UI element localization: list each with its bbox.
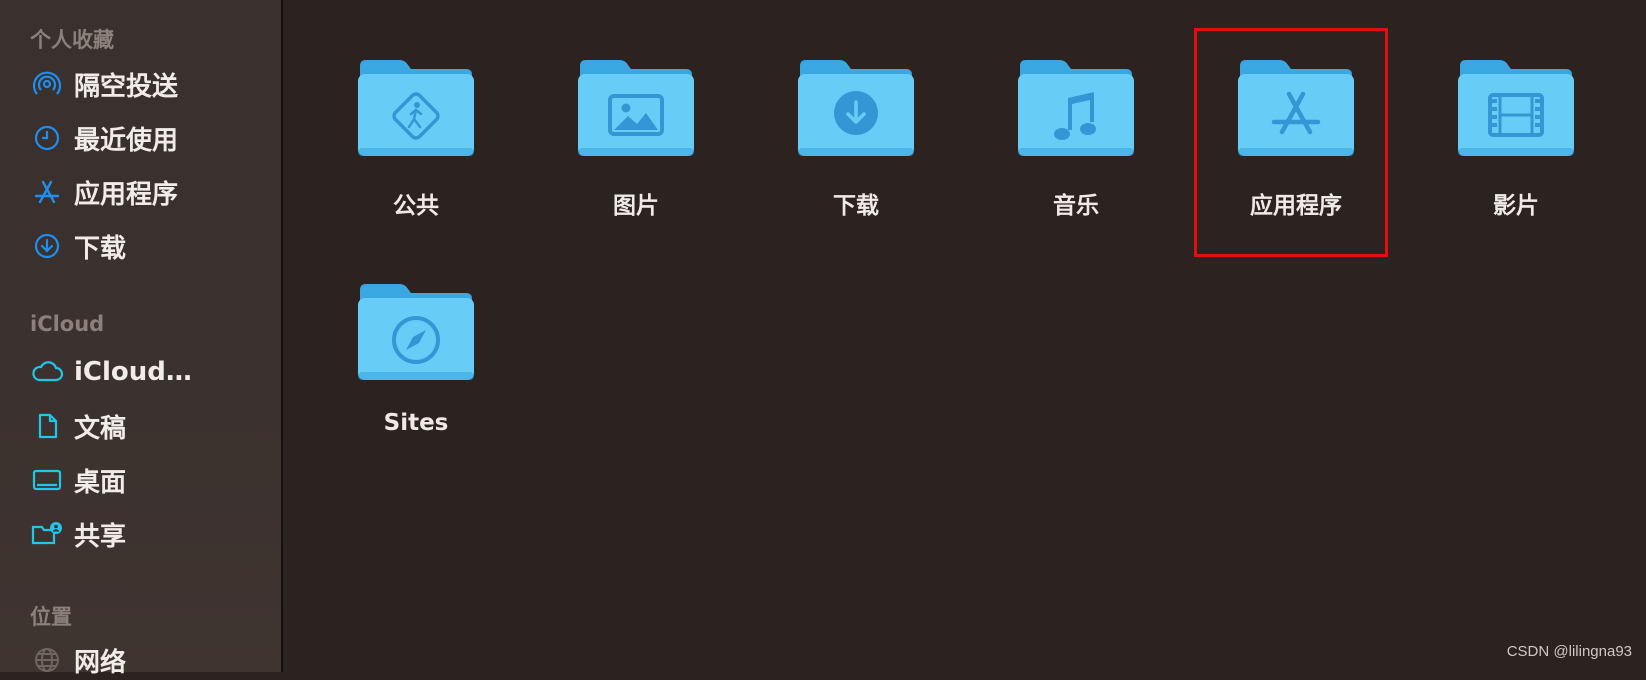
folder-downloads[interactable]: 下载 xyxy=(756,56,956,236)
folder-name: 公共 xyxy=(393,193,439,219)
folder-movies[interactable]: 影片 xyxy=(1416,56,1616,236)
highlight-box xyxy=(1194,28,1388,257)
sidebar-item-label: 文稿 xyxy=(74,413,127,444)
folder-name: 音乐 xyxy=(1053,193,1099,219)
folder-icon xyxy=(578,60,694,156)
download-icon xyxy=(30,229,64,263)
sidebar-item-icloud-drive[interactable]: iCloud… xyxy=(30,352,270,392)
desktop-icon xyxy=(30,463,64,497)
sidebar-item-shared[interactable]: 共享 xyxy=(30,514,270,554)
clock-icon xyxy=(30,121,64,155)
sidebar-item-label: 下载 xyxy=(74,233,127,264)
folder-name: 图片 xyxy=(613,193,659,219)
watermark: CSDN @lilingna93 xyxy=(1506,643,1632,660)
sidebar-item-label: 最近使用 xyxy=(74,125,179,156)
sidebar-item-applications[interactable]: 应用程序 xyxy=(30,172,270,212)
folder-name: 影片 xyxy=(1493,193,1539,219)
cloud-icon xyxy=(30,355,64,389)
folder-icon xyxy=(358,284,474,380)
sidebar-item-label: iCloud… xyxy=(74,357,192,387)
section-title-favorites: 个人收藏 xyxy=(30,28,114,52)
sidebar-item-label: 网络 xyxy=(74,647,127,678)
folder-name: 下载 xyxy=(833,193,879,219)
sidebar-item-desktop[interactable]: 桌面 xyxy=(30,460,270,500)
sidebar-item-label: 应用程序 xyxy=(74,179,179,210)
section-title-icloud: iCloud xyxy=(30,312,105,336)
section-title-locations: 位置 xyxy=(30,605,72,629)
folder-icon xyxy=(798,60,914,156)
folder-icon xyxy=(358,60,474,156)
folder-icon xyxy=(1018,60,1134,156)
sidebar-item-downloads[interactable]: 下载 xyxy=(30,226,270,266)
document-icon xyxy=(30,409,64,443)
sidebar-item-recents[interactable]: 最近使用 xyxy=(30,118,270,158)
folder-public[interactable]: 公共 xyxy=(316,56,516,236)
airdrop-icon xyxy=(30,67,64,101)
folder-music[interactable]: 音乐 xyxy=(976,56,1176,236)
folder-pictures[interactable]: 图片 xyxy=(536,56,736,236)
sidebar-item-label: 桌面 xyxy=(74,467,127,498)
shared-folder-icon xyxy=(30,517,64,551)
sidebar: 个人收藏 隔空投送 最近使用 应用程序 下载 iCloud iCloud… 文稿… xyxy=(0,0,283,678)
sidebar-item-label: 共享 xyxy=(74,521,127,552)
appstore-icon xyxy=(30,175,64,209)
main-content: 公共 图片 下载 音乐 应用程序 影片 Sites xyxy=(285,0,1646,672)
sidebar-item-network[interactable]: 网络 xyxy=(30,640,270,680)
sidebar-item-airdrop[interactable]: 隔空投送 xyxy=(30,64,270,104)
sidebar-item-documents[interactable]: 文稿 xyxy=(30,406,270,446)
download-icon xyxy=(834,91,878,135)
folder-sites[interactable]: Sites xyxy=(316,280,516,460)
sidebar-item-label: 隔空投送 xyxy=(74,71,179,102)
folder-name: Sites xyxy=(383,410,449,436)
folder-icon xyxy=(1458,60,1574,156)
